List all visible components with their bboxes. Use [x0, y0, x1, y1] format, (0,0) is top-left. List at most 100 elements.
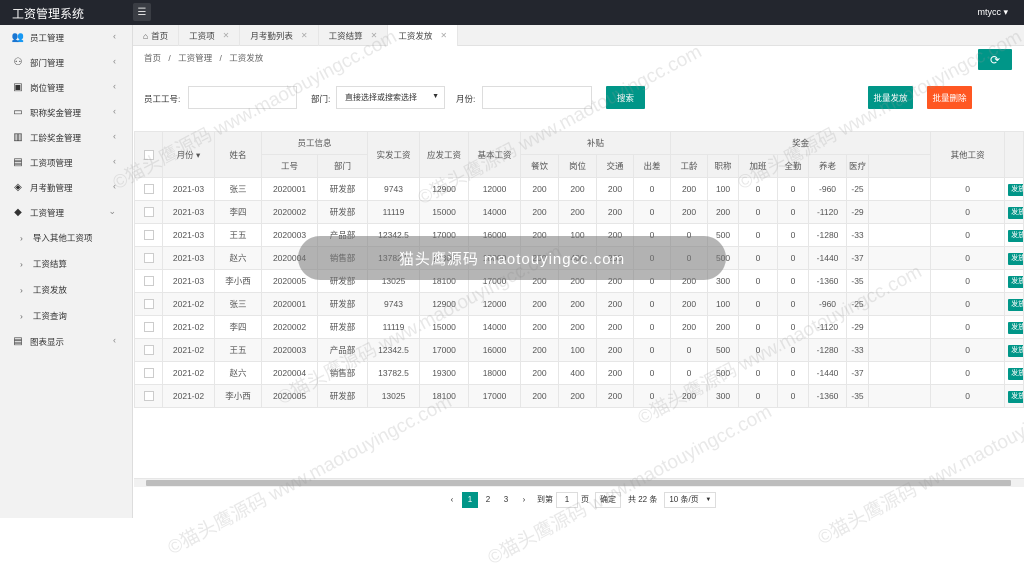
cell-attendance: 0 [777, 246, 810, 270]
cell-month: 2021-03 [162, 246, 215, 270]
cell-meal: 200 [520, 177, 560, 201]
cell-medical: -37 [846, 246, 870, 270]
cell-medical: -25 [846, 177, 870, 201]
cell-overtime: 0 [738, 200, 779, 224]
cell-name: 王五 [214, 223, 262, 247]
chevron-left-icon: ‹ [113, 335, 116, 345]
row-select-cell[interactable] [134, 200, 163, 224]
cell-post: 200 [558, 177, 598, 201]
page-button[interactable]: 3 [498, 492, 514, 508]
tab-2[interactable]: 月考勤列表 ✕ [240, 25, 319, 46]
row-checkbox[interactable] [143, 230, 154, 241]
row-select-cell[interactable] [134, 292, 163, 316]
sidebar-subitem-label: 工资查询 [32, 311, 67, 321]
row-checkbox[interactable] [143, 322, 154, 333]
cell-actions: 发放删除 [1004, 200, 1024, 224]
sidebar-item-7[interactable]: ◆ 工资管理 ⌄ [0, 200, 132, 225]
row-select-cell[interactable] [134, 269, 163, 293]
sidebar-item-3[interactable]: ▭ 职称奖金管理 ‹ [0, 100, 132, 125]
page-button[interactable]: 1 [462, 491, 478, 508]
cell-other: 0 [930, 315, 1006, 339]
dept-select[interactable]: 直接选择或搜索选择 ▼ [336, 86, 445, 109]
breadcrumb-home[interactable]: 首页 [144, 53, 161, 63]
sidebar-item-2[interactable]: ▣ 岗位管理 ‹ [0, 75, 132, 100]
menu-toggle-icon[interactable]: ☰ [133, 3, 151, 21]
row-checkbox[interactable] [143, 391, 154, 402]
breadcrumb-current: 工资发放 [229, 53, 264, 63]
breadcrumb-parent[interactable]: 工资管理 [178, 53, 212, 63]
row-checkbox[interactable] [143, 207, 154, 218]
sidebar-item-4[interactable]: ▥ 工龄奖金管理 ‹ [0, 125, 132, 150]
caret-down-icon: ▾ [1003, 7, 1008, 17]
col-other: 其他工资 [930, 131, 1006, 178]
next-page-icon[interactable]: › [516, 492, 532, 508]
sidebar-item-label: 部门管理 [30, 57, 65, 68]
cell-attendance: 0 [777, 223, 810, 247]
close-icon[interactable]: ✕ [301, 31, 308, 40]
col-actual-pay: 实发工资 [367, 131, 421, 178]
tab-label: 首页 [151, 30, 169, 41]
cell-traffic: 200 [596, 315, 635, 339]
cell-dept: 研发部 [316, 315, 369, 339]
cell-title: 100 [707, 177, 740, 201]
cell-overtime: 0 [738, 246, 779, 270]
close-icon[interactable]: ✕ [440, 31, 447, 40]
watermark-overlay: 猫头鹰源码 maotouyingcc.com [298, 236, 726, 280]
sidebar-item-0[interactable]: 👥 员工管理 ‹ [0, 25, 132, 50]
sidebar-subitem-0[interactable]: › 导入其他工资项 [0, 225, 132, 251]
row-checkbox[interactable] [143, 276, 154, 287]
per-page-select[interactable]: 10 条/页 ▼ [664, 491, 717, 508]
pay-button[interactable]: 发放 [1008, 390, 1023, 403]
sidebar-item-1[interactable]: ⚇ 部门管理 ‹ [0, 50, 132, 75]
col-seniority: 工龄 [670, 154, 709, 178]
cell-traffic: 200 [596, 361, 635, 385]
chevron-left-icon: ‹ [113, 106, 116, 116]
cell-seniority: 0 [670, 338, 709, 362]
pay-button[interactable]: 发放 [1008, 275, 1023, 288]
row-select-cell[interactable] [134, 223, 163, 247]
cell-pension: -1440 [808, 246, 848, 270]
sidebar-subitem-1[interactable]: › 工资结算 [0, 251, 132, 277]
row-checkbox[interactable] [143, 368, 154, 379]
pay-button[interactable]: 发放 [1008, 252, 1023, 265]
table-row: 2021-02 王五 2020003 产品部 12342.5 17000 16000 200 1… [134, 338, 1024, 362]
cell-actual-pay: 9743 [367, 177, 421, 201]
sidebar-subitem-3[interactable]: › 工资查询 [0, 303, 132, 329]
pay-button[interactable]: 发放 [1008, 183, 1023, 196]
chevron-right-icon: › [20, 285, 23, 295]
cell-actions: 发放删除 [1004, 338, 1024, 362]
pay-button[interactable]: 发放 [1008, 229, 1023, 242]
row-select-cell[interactable] [134, 384, 163, 408]
tab-1[interactable]: 工资项 ✕ [179, 25, 241, 46]
col-traffic: 交通 [596, 154, 635, 178]
pay-button[interactable]: 发放 [1008, 321, 1023, 334]
sidebar-subitem-2[interactable]: › 工资发放 [0, 277, 132, 303]
pay-button[interactable]: 发放 [1008, 206, 1023, 219]
cell-attendance: 0 [777, 177, 810, 201]
row-checkbox[interactable] [143, 184, 154, 195]
pay-button[interactable]: 发放 [1008, 367, 1023, 380]
chevron-right-icon: › [20, 311, 23, 321]
row-checkbox[interactable] [143, 253, 154, 264]
row-checkbox[interactable] [143, 345, 154, 356]
cell-traffic: 200 [596, 338, 635, 362]
row-select-cell[interactable] [134, 361, 163, 385]
cell-actions: 发放删除 [1004, 361, 1024, 385]
row-select-cell[interactable] [134, 338, 163, 362]
pay-button[interactable]: 发放 [1008, 298, 1023, 311]
close-icon[interactable]: ✕ [223, 31, 230, 40]
user-menu[interactable]: mtycc ▾ [977, 7, 1008, 18]
id-card-icon: ▣ [13, 82, 23, 93]
sidebar-subitem-label: 导入其他工资项 [32, 233, 93, 243]
top-bar: 工资管理系统 ☰ mtycc ▾ [0, 0, 1024, 25]
row-checkbox[interactable] [143, 299, 154, 310]
pay-button[interactable]: 发放 [1008, 344, 1023, 357]
sidebar-item-charts[interactable]: ▤ 图表显示 ‹ [0, 329, 132, 354]
page-button[interactable]: 2 [480, 492, 496, 508]
tab-0[interactable]: ⌂ 首页 [133, 25, 180, 46]
prev-page-icon[interactable]: ‹ [444, 492, 460, 508]
tab-label: 工资项 [189, 30, 215, 41]
cell-payable: 19300 [419, 361, 470, 385]
row-select-cell[interactable] [134, 246, 163, 270]
row-select-cell[interactable] [134, 315, 163, 339]
